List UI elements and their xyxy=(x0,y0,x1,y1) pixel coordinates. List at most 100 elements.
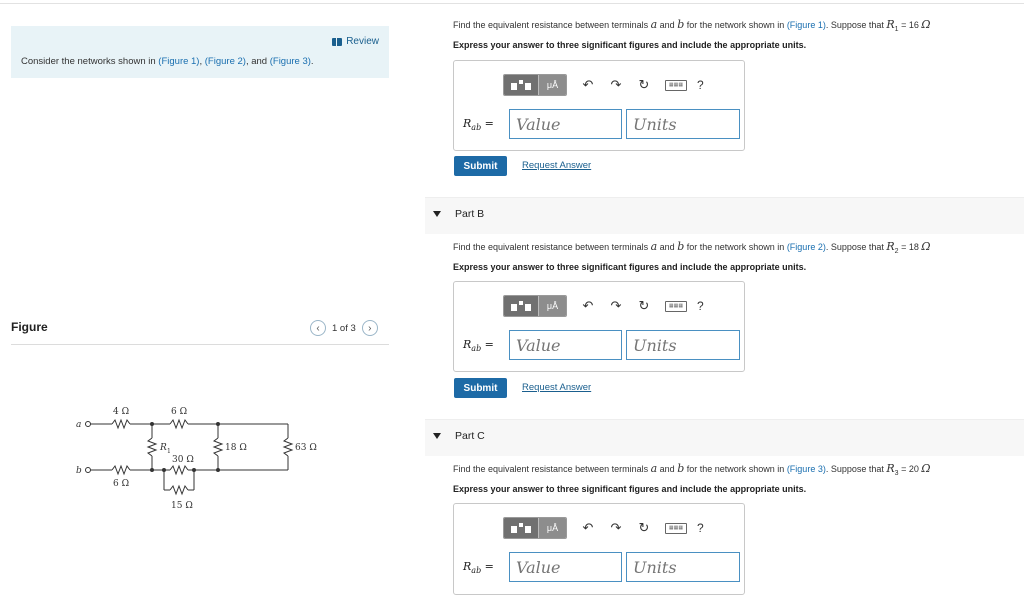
rab-label: Rab = xyxy=(463,338,494,353)
prev-figure-button[interactable]: ‹ xyxy=(310,320,326,336)
units-button[interactable]: μÅ xyxy=(538,75,566,95)
part-b-figure-link[interactable]: (Figure 2) xyxy=(787,242,826,252)
resistor-18 xyxy=(212,437,224,457)
part-a-question: Find the equivalent resistance between t… xyxy=(453,18,930,33)
rab-sub: ab xyxy=(471,566,482,576)
templates-button[interactable] xyxy=(504,296,538,316)
template-group: μÅ xyxy=(503,295,567,317)
q-text: for the network shown in xyxy=(684,464,787,474)
part-a-figure-link[interactable]: (Figure 1) xyxy=(787,20,826,30)
junction-dot xyxy=(216,468,220,472)
keyboard-icon[interactable]: ▦▦▦ xyxy=(665,522,687,534)
value-input[interactable] xyxy=(509,109,622,139)
q-text: for the network shown in xyxy=(684,20,787,30)
redo-icon[interactable]: ↷ xyxy=(609,77,623,93)
part-c-answer-box: μÅ ↶ ↷ ↻ ▦▦▦ ? Rab = xyxy=(453,503,745,595)
value-input[interactable] xyxy=(509,330,622,360)
figure-panel: Review Consider the networks shown in (F… xyxy=(0,0,400,582)
part-b-header[interactable]: Part B xyxy=(425,197,1024,234)
undo-icon[interactable]: ↶ xyxy=(581,77,595,93)
part-a-submit-button[interactable]: Submit xyxy=(454,156,507,176)
fraction-template-icon xyxy=(511,301,531,311)
figure-2-link[interactable]: (Figure 2) xyxy=(205,56,246,67)
part-b-instructions: Express your answer to three significant… xyxy=(453,262,807,272)
label-b: b xyxy=(76,466,82,476)
q-text: . Suppose that xyxy=(825,20,887,30)
q-value: = 16 xyxy=(898,20,922,30)
circuit-diagram: a b 4 Ω 6 Ω 6 Ω R 1 30 Ω 18 Ω 63 Ω 15 Ω xyxy=(76,407,317,511)
template-group: μÅ xyxy=(503,74,567,96)
q-R: R xyxy=(886,462,895,475)
label-6ohm-bottom: 6 Ω xyxy=(113,479,129,489)
caret-down-icon xyxy=(433,211,441,217)
q-R: R xyxy=(886,18,895,31)
part-b-request-answer-link[interactable]: Request Answer xyxy=(522,382,591,393)
part-c-header[interactable]: Part C xyxy=(425,419,1024,456)
terminal-b xyxy=(85,467,91,473)
figure-pager: ‹ 1 of 3 › xyxy=(310,320,378,336)
math-toolbar: μÅ ↶ ↷ ↻ ▦▦▦ ? xyxy=(503,517,704,539)
part-a-instructions: Express your answer to three significant… xyxy=(453,40,807,50)
q-value: = 20 xyxy=(898,464,922,474)
q-text: Find the equivalent resistance between t… xyxy=(453,20,651,30)
terminal-a xyxy=(85,421,91,427)
value-input[interactable] xyxy=(509,552,622,582)
reset-icon[interactable]: ↻ xyxy=(637,77,651,93)
intro-end: . xyxy=(310,56,314,67)
rab-equals: = xyxy=(481,338,494,351)
q-value: = 18 xyxy=(898,242,922,252)
part-c-question: Find the equivalent resistance between t… xyxy=(453,462,930,477)
help-icon[interactable]: ? xyxy=(697,78,704,92)
label-4ohm: 4 Ω xyxy=(113,407,129,417)
fraction-template-icon xyxy=(511,80,531,90)
units-input[interactable] xyxy=(626,109,740,139)
keyboard-icon[interactable]: ▦▦▦ xyxy=(665,300,687,312)
rab-sub: ab xyxy=(471,123,482,133)
template-group: μÅ xyxy=(503,517,567,539)
junction-dot xyxy=(162,468,166,472)
figure-page-indicator: 1 of 3 xyxy=(332,322,356,334)
figure-1-link[interactable]: (Figure 1) xyxy=(158,56,199,67)
resistor-R1 xyxy=(146,437,158,457)
junction-dot xyxy=(150,422,154,426)
junction-dot xyxy=(150,468,154,472)
templates-button[interactable] xyxy=(504,75,538,95)
reset-icon[interactable]: ↻ xyxy=(637,520,651,536)
resistor-15 xyxy=(169,484,189,496)
redo-icon[interactable]: ↷ xyxy=(609,298,623,314)
undo-icon[interactable]: ↶ xyxy=(581,520,595,536)
q-R: R xyxy=(886,240,895,253)
label-a: a xyxy=(76,420,81,430)
part-b-label: Part B xyxy=(455,208,485,220)
units-input[interactable] xyxy=(626,552,740,582)
units-button[interactable]: μÅ xyxy=(538,518,566,538)
review-link[interactable]: Review xyxy=(332,36,379,47)
part-b-submit-button[interactable]: Submit xyxy=(454,378,507,398)
part-b-answer-box: μÅ ↶ ↷ ↻ ▦▦▦ ? Rab = xyxy=(453,281,745,372)
resistor-30 xyxy=(169,464,189,476)
figure-divider xyxy=(11,344,389,345)
label-63ohm: 63 Ω xyxy=(295,443,317,453)
undo-icon[interactable]: ↶ xyxy=(581,298,595,314)
label-18ohm: 18 Ω xyxy=(225,443,247,453)
templates-button[interactable] xyxy=(504,518,538,538)
part-a-request-answer-link[interactable]: Request Answer xyxy=(522,160,591,171)
review-label: Review xyxy=(346,36,379,47)
q-text: and xyxy=(657,20,678,30)
q-unit: Ω xyxy=(921,18,931,31)
redo-icon[interactable]: ↷ xyxy=(609,520,623,536)
keyboard-icon[interactable]: ▦▦▦ xyxy=(665,79,687,91)
help-icon[interactable]: ? xyxy=(697,299,704,313)
figure-3-link[interactable]: (Figure 3) xyxy=(270,56,311,67)
rab-equals: = xyxy=(481,560,494,573)
reset-icon[interactable]: ↻ xyxy=(637,298,651,314)
intro-box: Review Consider the networks shown in (F… xyxy=(11,26,389,78)
help-icon[interactable]: ? xyxy=(697,521,704,535)
units-input[interactable] xyxy=(626,330,740,360)
label-R1: R xyxy=(159,443,167,453)
next-figure-button[interactable]: › xyxy=(361,320,378,336)
fraction-template-icon xyxy=(511,523,531,533)
junction-dot xyxy=(216,422,220,426)
part-c-figure-link[interactable]: (Figure 3) xyxy=(787,464,826,474)
units-button[interactable]: μÅ xyxy=(538,296,566,316)
